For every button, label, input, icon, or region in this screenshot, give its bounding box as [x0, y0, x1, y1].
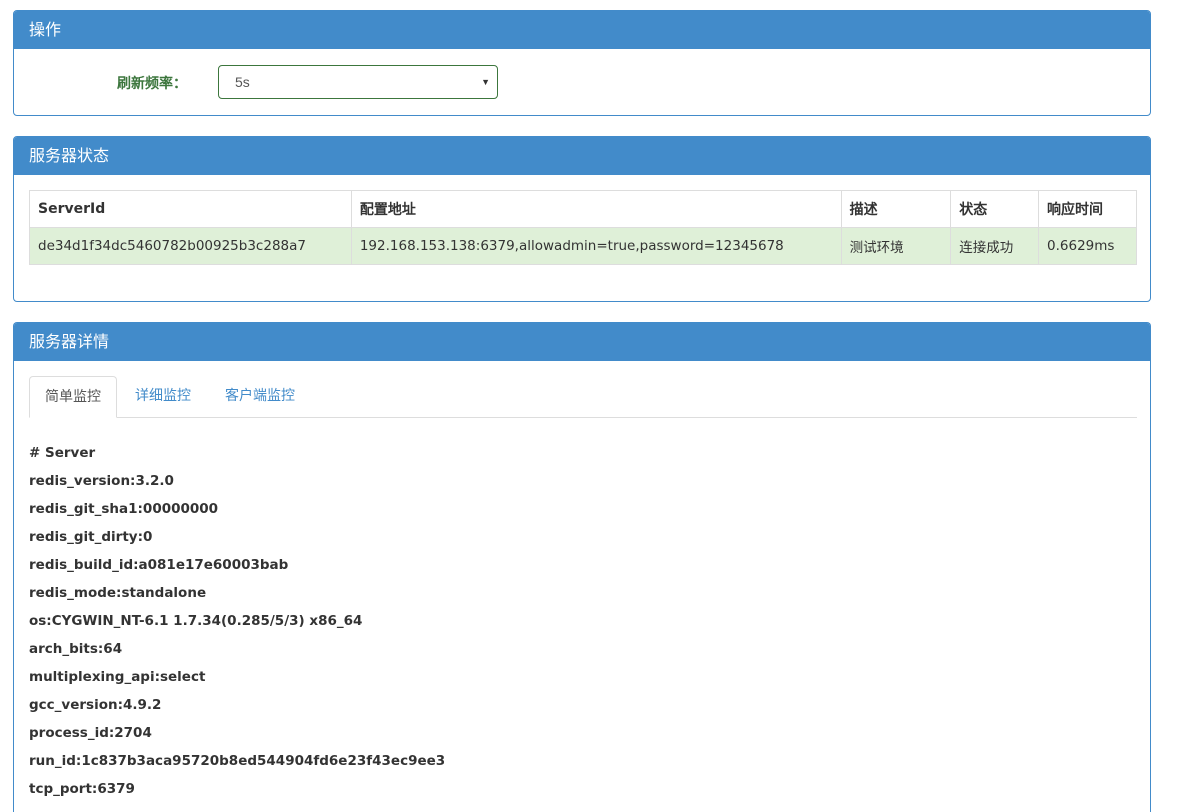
column-header-serverid: ServerId	[29, 190, 352, 228]
detail-tabs: 简单监控 详细监控 客户端监控	[29, 376, 1137, 418]
server-info-list: # Server redis_version:3.2.0 redis_git_s…	[29, 439, 445, 803]
tab-simple-monitor[interactable]: 简单监控	[29, 376, 117, 418]
info-line: run_id:1c837b3aca95720b8ed544904fd6e23f4…	[29, 753, 446, 769]
info-line: # Server	[29, 445, 96, 461]
cell-serverid: de34d1f34dc5460782b00925b3c288a7	[29, 227, 352, 265]
cell-response-time: 0.6629ms	[1038, 227, 1137, 265]
column-header-response-time: 响应时间	[1038, 190, 1137, 228]
refresh-rate-select[interactable]: 5s ▼	[218, 65, 498, 99]
server-detail-panel: 服务器详情 简单监控 详细监控 客户端监控 # Server redis_ver…	[13, 322, 1151, 812]
info-line: process_id:2704	[29, 725, 152, 741]
dropdown-caret-icon: ▼	[481, 77, 490, 87]
table-row: de34d1f34dc5460782b00925b3c288a7 192.168…	[29, 227, 1137, 265]
info-line: tcp_port:6379	[29, 781, 135, 797]
info-line: redis_build_id:a081e17e60003bab	[29, 557, 289, 573]
server-status-panel-title: 服务器状态	[14, 137, 1150, 175]
info-line: redis_mode:standalone	[29, 585, 207, 601]
server-status-table: ServerId 配置地址 描述 状态 响应时间 de34d1f34dc5460…	[29, 190, 1137, 265]
cell-description: 测试环境	[840, 227, 952, 265]
info-line: redis_git_sha1:00000000	[29, 501, 219, 517]
server-status-panel: 服务器状态 ServerId 配置地址 描述 状态 响应时间 de34d1f34…	[13, 136, 1151, 302]
operations-panel: 操作 刷新频率： 5s ▼	[13, 10, 1151, 116]
cell-status: 连接成功	[950, 227, 1040, 265]
column-header-config-address: 配置地址	[350, 190, 842, 228]
tab-client-monitor[interactable]: 客户端监控	[210, 376, 310, 418]
info-line: os:CYGWIN_NT-6.1 1.7.34(0.285/5/3) x86_6…	[29, 613, 363, 629]
cell-config-address: 192.168.153.138:6379,allowadmin=true,pas…	[350, 227, 842, 265]
info-line: multiplexing_api:select	[29, 669, 206, 685]
info-line: redis_version:3.2.0	[29, 473, 174, 489]
refresh-rate-value: 5s	[235, 74, 250, 90]
info-line: arch_bits:64	[29, 641, 123, 657]
server-detail-panel-title: 服务器详情	[14, 323, 1150, 361]
column-header-description: 描述	[840, 190, 952, 228]
operations-panel-title: 操作	[14, 11, 1150, 49]
tab-detailed-monitor[interactable]: 详细监控	[120, 376, 206, 418]
table-header-row: ServerId 配置地址 描述 状态 响应时间	[29, 190, 1137, 228]
refresh-rate-label: 刷新频率：	[117, 76, 187, 92]
column-header-status: 状态	[950, 190, 1040, 228]
info-line: redis_git_dirty:0	[29, 529, 153, 545]
info-line: gcc_version:4.9.2	[29, 697, 162, 713]
